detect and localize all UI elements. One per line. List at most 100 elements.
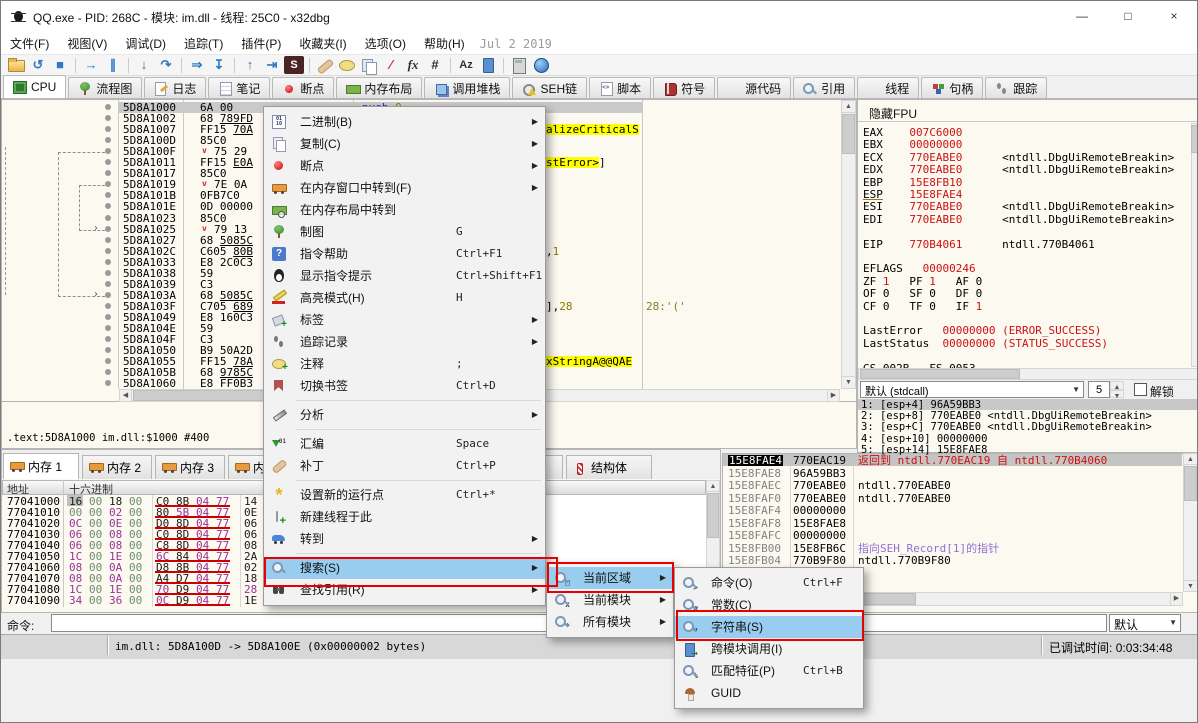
scroll-down-button[interactable]: ▼ xyxy=(1183,580,1198,592)
run-to-user-code-icon[interactable]: ⇥ xyxy=(262,56,282,74)
disasm-row-bytes[interactable]: E8 160C3 xyxy=(200,312,272,323)
disasm-row-bytes[interactable]: C705 689 xyxy=(200,301,272,312)
breakpoint-dot-icon[interactable] xyxy=(105,292,111,298)
clear-log-icon[interactable]: ∕ xyxy=(381,56,401,74)
arg-depth-field[interactable]: 5 xyxy=(1088,381,1110,398)
tab-breakpoints[interactable]: 断点 xyxy=(272,77,334,98)
menu-item-标签[interactable]: 标签▶ xyxy=(264,309,545,331)
stack-row-value[interactable]: 15E8FAE8 xyxy=(793,518,846,529)
tab-seh[interactable]: SEH链 xyxy=(512,77,587,98)
dump-tab-2[interactable]: 内存 3 xyxy=(155,455,225,479)
menubar-item-2[interactable]: 调试(D) xyxy=(116,31,175,56)
disasm-row-bytes[interactable]: 59 xyxy=(200,323,272,334)
stack-row-address[interactable]: 15E8FAF8 xyxy=(728,518,781,529)
disasm-row-bytes[interactable]: 85C0 xyxy=(200,135,272,146)
register-line[interactable]: EAX 007C6000 xyxy=(863,127,962,138)
breakpoint-dot-icon[interactable] xyxy=(105,115,111,121)
breakpoint-dot-icon[interactable] xyxy=(105,170,111,176)
tab-source[interactable]: 源代码 xyxy=(717,77,791,98)
register-line[interactable]: EFLAGS 00000246 xyxy=(863,263,976,274)
disasm-row-bytes[interactable]: 0FB7C0 xyxy=(200,190,272,201)
breakpoint-dot-icon[interactable] xyxy=(105,259,111,265)
stack-row-value[interactable]: 770EAC19 xyxy=(793,455,846,466)
disasm-row-bytes[interactable]: 68 789FD xyxy=(200,113,272,124)
menu-item-二进制(B)[interactable]: 二进制(B)▶ xyxy=(264,111,545,133)
breakpoint-dot-icon[interactable] xyxy=(105,181,111,187)
dump-byte[interactable]: 00 xyxy=(89,595,102,606)
scroll-thumb[interactable] xyxy=(707,493,719,538)
tab-notes[interactable]: 笔记 xyxy=(208,77,270,98)
unlock-checkbox[interactable] xyxy=(1134,383,1147,396)
step-into-icon[interactable]: ↓ xyxy=(134,56,154,74)
memory-pages-icon[interactable] xyxy=(359,56,379,74)
tab-graph[interactable]: 流程图 xyxy=(68,77,142,98)
scylla-icon[interactable]: S xyxy=(284,56,304,74)
calling-convention-combo[interactable]: 默认 (stdcall)▼ xyxy=(860,381,1084,398)
menubar-item-6[interactable]: 选项(O) xyxy=(356,31,415,56)
disasm-row-bytes[interactable]: C3 xyxy=(200,334,272,345)
register-line[interactable]: ZF 1 PF 1 AF 0 xyxy=(863,276,982,287)
breakpoint-dot-icon[interactable] xyxy=(105,104,111,110)
hide-fpu-button[interactable]: 隐藏FPU xyxy=(869,105,917,122)
tab-references[interactable]: 引用 xyxy=(793,77,855,98)
breakpoint-dot-icon[interactable] xyxy=(105,380,111,386)
spin-down-button[interactable]: ▼ xyxy=(1110,390,1124,398)
register-line[interactable]: EBX 00000000 xyxy=(863,139,962,150)
disasm-row-bytes[interactable]: C3 xyxy=(200,279,272,290)
tab-memory-map[interactable]: 内存布局 xyxy=(336,77,422,98)
breakpoint-dot-icon[interactable] xyxy=(105,358,111,364)
breakpoint-dot-icon[interactable] xyxy=(105,347,111,353)
menu-item-匹配特征(P)[interactable]: %匹配特征(P)Ctrl+B xyxy=(675,660,863,682)
breakpoint-dot-icon[interactable] xyxy=(105,137,111,143)
menu-item-在内存布局中转到[interactable]: 在内存布局中转到 xyxy=(264,199,545,221)
breakpoint-dot-icon[interactable] xyxy=(105,270,111,276)
tab-script[interactable]: 脚本 xyxy=(589,77,651,98)
registers-vscrollbar[interactable] xyxy=(1191,123,1198,367)
register-line[interactable]: LastError 00000000 (ERROR_SUCCESS) xyxy=(863,325,1101,336)
tab-handles[interactable]: 句柄 xyxy=(921,77,983,98)
register-line[interactable]: OF 0 SF 0 DF 0 xyxy=(863,288,982,299)
disasm-row-bytes[interactable]: 0D 00000 xyxy=(200,201,272,212)
register-line[interactable]: ESI 770EABE0 <ntdll.DbgUiRemoteBreakin> xyxy=(863,201,1174,212)
register-line[interactable]: EBP 15E8FB10 xyxy=(863,177,962,188)
run-expression-icon[interactable]: ↑ xyxy=(240,56,260,74)
run-to-selection-icon[interactable]: ⇒ xyxy=(187,56,207,74)
shortcuts-icon[interactable]: # xyxy=(425,56,445,74)
stack-row-value[interactable]: 00000000 xyxy=(793,505,846,516)
breakpoint-dot-icon[interactable] xyxy=(105,126,111,132)
patches-icon[interactable] xyxy=(315,56,335,74)
disasm-row-bytes[interactable]: FF15 78A xyxy=(200,356,272,367)
stack-row-value[interactable]: 770EABE0 xyxy=(793,493,846,504)
menu-item-分析[interactable]: 分析▶ xyxy=(264,404,545,426)
menu-item-追踪记录[interactable]: 追踪记录▶ xyxy=(264,331,545,353)
open-file-icon[interactable] xyxy=(6,56,26,74)
dump-byte[interactable]: 1E xyxy=(244,595,257,606)
run-icon[interactable]: → xyxy=(81,56,101,74)
stack-row-value[interactable]: 00000000 xyxy=(793,530,846,541)
menu-item-所有模块[interactable]: *所有模块▶ xyxy=(547,611,673,633)
breakpoint-dot-icon[interactable] xyxy=(105,148,111,154)
stack-row-value[interactable]: 15E8FB6C xyxy=(793,543,846,554)
scroll-up-button[interactable]: ▲ xyxy=(1183,453,1198,465)
breakpoint-dot-icon[interactable] xyxy=(105,336,111,342)
menu-item-设置新的运行点[interactable]: 设置新的运行点Ctrl+* xyxy=(264,484,545,506)
execute-till-return-icon[interactable]: ↧ xyxy=(209,56,229,74)
dump-byte[interactable]: 00 xyxy=(129,595,142,606)
menubar-item-7[interactable]: 帮助(H) xyxy=(415,31,474,56)
tab-call-stack[interactable]: 调用堆栈 xyxy=(424,77,510,98)
breakpoint-dot-icon[interactable] xyxy=(105,303,111,309)
menubar-item-4[interactable]: 插件(P) xyxy=(232,31,290,56)
menu-item-高亮模式(H)[interactable]: 高亮模式(H)H xyxy=(264,287,545,309)
scroll-right-button[interactable]: ▶ xyxy=(827,389,840,402)
dump-byte[interactable]: 36 xyxy=(109,595,122,606)
comments-icon[interactable] xyxy=(337,56,357,74)
tab-log[interactable]: 日志 xyxy=(144,77,206,98)
register-line[interactable]: LastStatus 00000000 (STATUS_SUCCESS) xyxy=(863,338,1108,349)
menu-item-GUID[interactable]: GUID xyxy=(675,682,863,704)
scroll-up-button[interactable]: ▲ xyxy=(841,100,856,113)
restart-icon[interactable]: ↺ xyxy=(28,56,48,74)
stack-row-address[interactable]: 15E8FAF4 xyxy=(728,505,781,516)
menu-item-复制(C)[interactable]: 复制(C)▶ xyxy=(264,133,545,155)
stop-icon[interactable]: ■ xyxy=(50,56,70,74)
scroll-thumb[interactable] xyxy=(1191,125,1198,153)
